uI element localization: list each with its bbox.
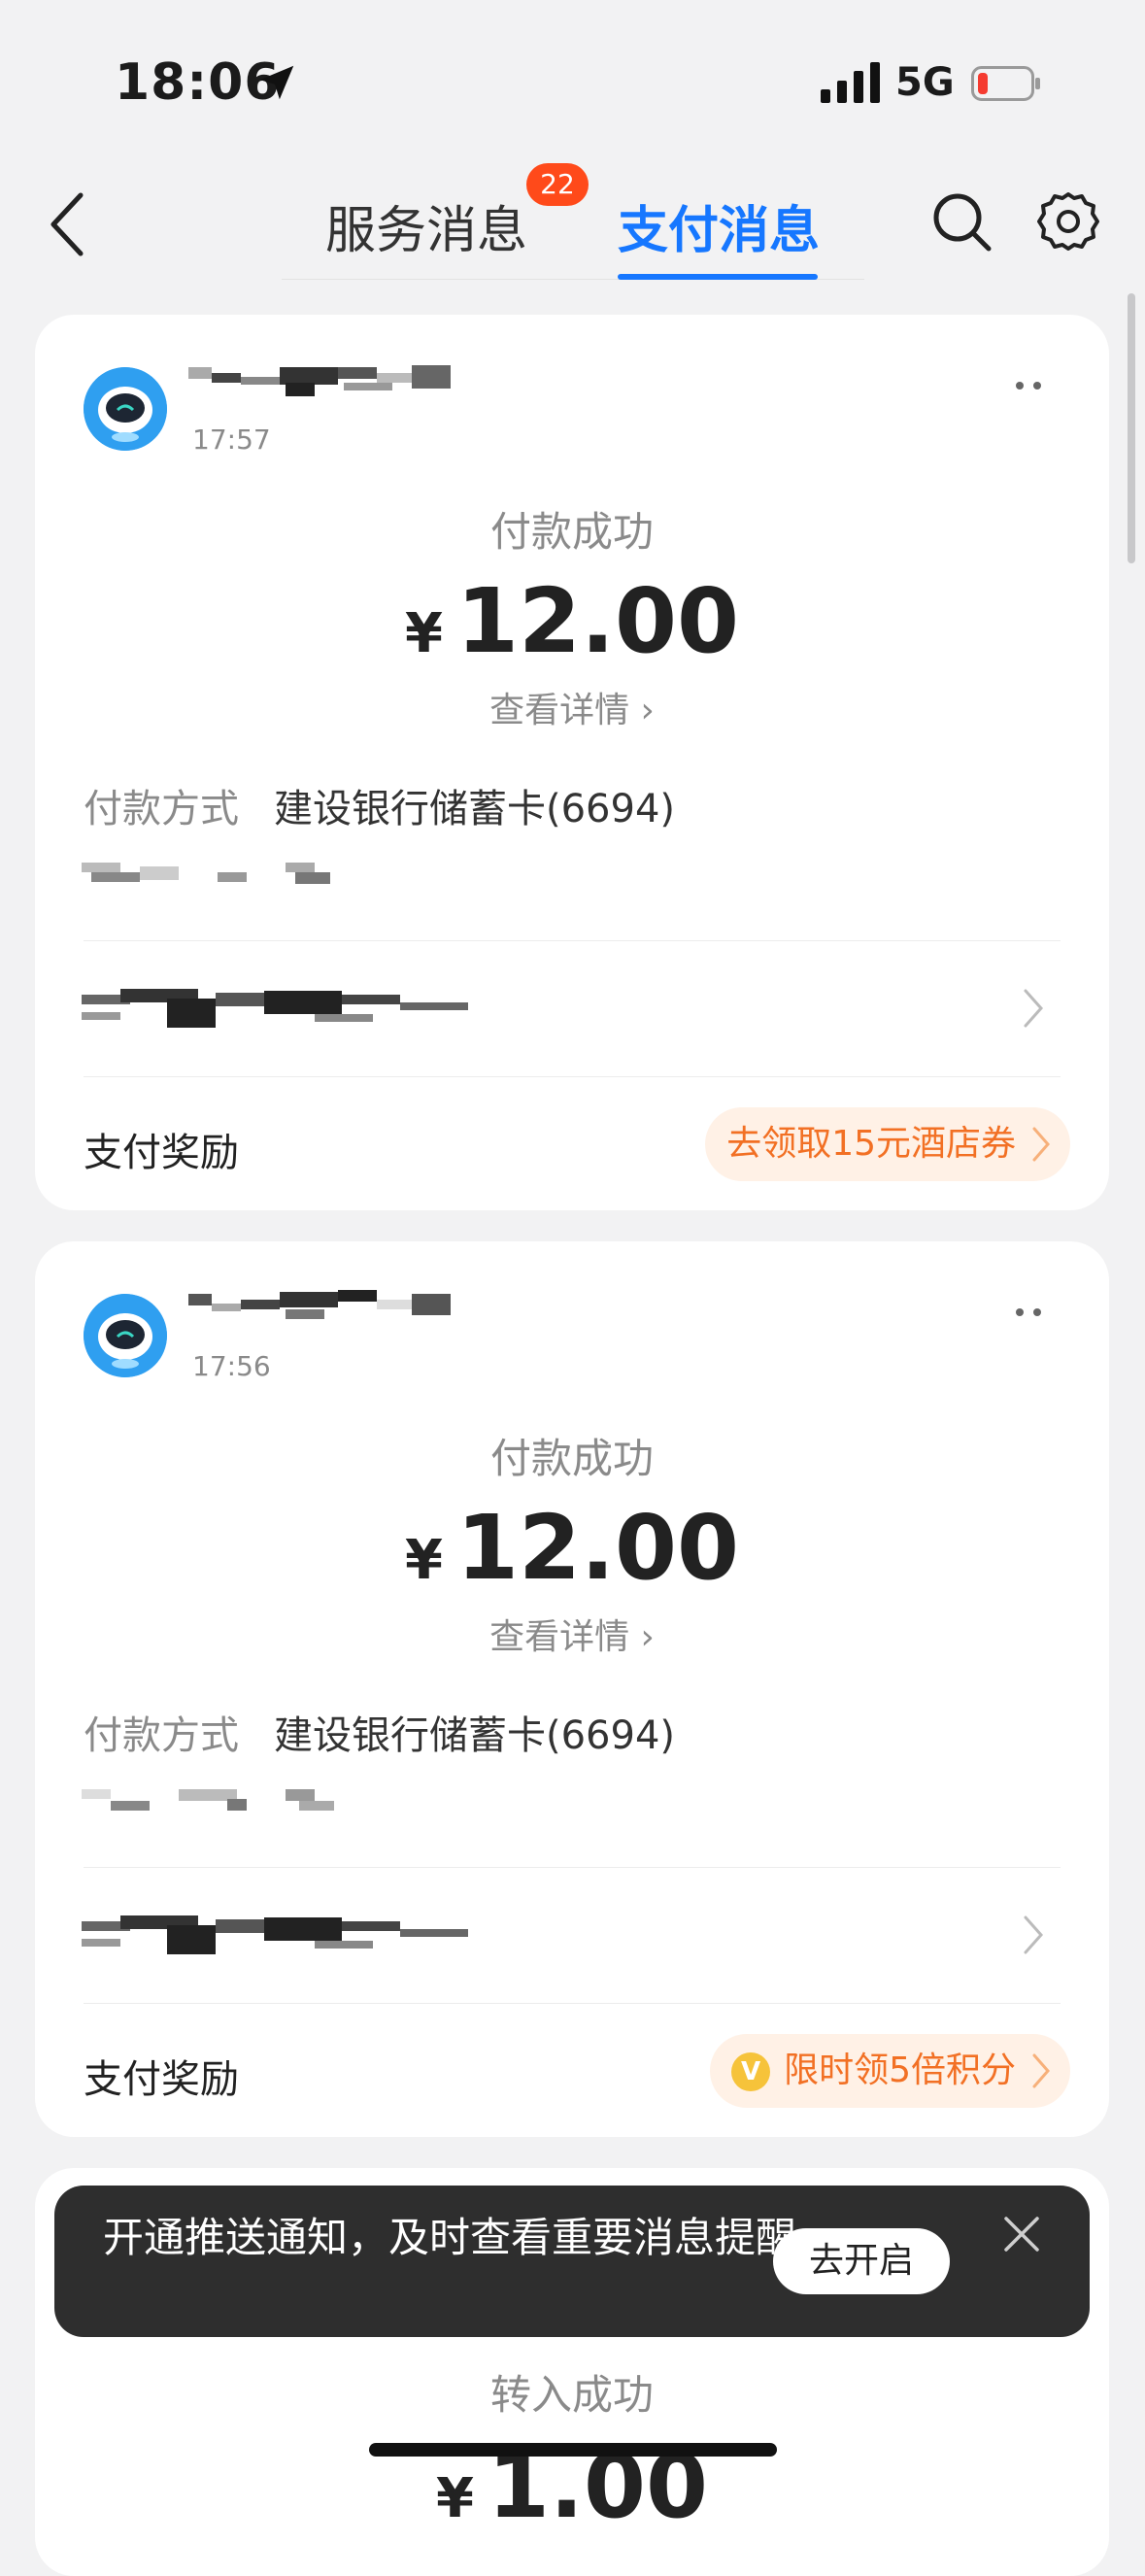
message-time: 17:56 bbox=[192, 1350, 271, 1382]
home-indicator[interactable] bbox=[369, 2443, 777, 2457]
payment-method-label: 付款方式 bbox=[84, 1713, 239, 1758]
payment-status: 付款成功 bbox=[489, 1435, 654, 1482]
scrollbar[interactable] bbox=[1128, 293, 1135, 563]
tab-service-messages[interactable]: 服务消息 bbox=[325, 189, 527, 262]
currency-symbol: ¥ bbox=[405, 602, 443, 665]
claim-points-button[interactable]: V 限时领5倍积分 bbox=[710, 2034, 1070, 2108]
divider bbox=[84, 2003, 1061, 2004]
more-options-icon[interactable] bbox=[1012, 1305, 1045, 1319]
push-notification-toast: 开通推送通知，及时查看重要消息提醒 去开启 bbox=[54, 2186, 1090, 2337]
payment-method-value: 建设银行储蓄卡(6694) bbox=[274, 787, 676, 831]
divider bbox=[84, 940, 1061, 941]
cellular-signal-icon bbox=[821, 62, 880, 103]
currency-symbol: ¥ bbox=[436, 2467, 474, 2530]
payment-message-card[interactable]: 17:57 付款成功 ¥12.00 查看详情 › 付款方式 建设银行储蓄卡(66… bbox=[35, 315, 1109, 1210]
redacted-link-row bbox=[82, 1915, 468, 1954]
redacted-info bbox=[82, 863, 330, 884]
search-icon[interactable] bbox=[930, 190, 993, 253]
chevron-right-icon[interactable] bbox=[1022, 987, 1045, 1030]
view-details-link[interactable]: 查看详情 › bbox=[35, 682, 1109, 732]
robot-avatar-icon bbox=[84, 1294, 167, 1377]
network-type: 5G bbox=[895, 60, 955, 105]
currency-symbol: ¥ bbox=[405, 1529, 443, 1592]
location-arrow-icon bbox=[259, 65, 294, 100]
view-details-link[interactable]: 查看详情 › bbox=[35, 1609, 1109, 1659]
active-tab-indicator bbox=[618, 274, 818, 280]
view-details-label: 查看详情 bbox=[489, 691, 630, 730]
amount-value: 12.00 bbox=[455, 569, 739, 673]
enable-notifications-button[interactable]: 去开启 bbox=[773, 2228, 950, 2294]
toast-message: 开通推送通知，及时查看重要消息提醒 bbox=[103, 2214, 797, 2261]
redacted-info bbox=[82, 1789, 334, 1811]
status-bar: 18:06 5G bbox=[0, 0, 1145, 146]
reward-button-label: 限时领5倍积分 bbox=[784, 2051, 1016, 2090]
tab-payment-messages[interactable]: 支付消息 bbox=[618, 189, 820, 262]
reward-button-label: 去领取15元酒店券 bbox=[726, 1124, 1016, 1164]
divider bbox=[84, 1076, 1061, 1077]
points-coin-icon: V bbox=[731, 2052, 771, 2091]
close-icon[interactable] bbox=[1000, 2213, 1043, 2255]
reward-label: 支付奖励 bbox=[84, 1131, 239, 1175]
payment-method-label: 付款方式 bbox=[84, 787, 239, 831]
merchant-avatar bbox=[84, 1294, 167, 1377]
unread-badge: 22 bbox=[526, 163, 589, 206]
claim-hotel-coupon-button[interactable]: 去领取15元酒店券 bbox=[705, 1107, 1070, 1181]
more-options-icon[interactable] bbox=[1012, 379, 1045, 392]
battery-icon bbox=[971, 66, 1040, 101]
robot-avatar-icon bbox=[84, 367, 167, 451]
chevron-right-icon bbox=[1032, 2053, 1050, 2088]
payment-status: 付款成功 bbox=[489, 508, 654, 556]
chevron-right-icon: › bbox=[640, 1617, 655, 1657]
reward-label: 支付奖励 bbox=[84, 2057, 239, 2102]
back-arrow-icon[interactable] bbox=[44, 189, 92, 259]
view-details-label: 查看详情 bbox=[489, 1617, 630, 1657]
payment-method-value: 建设银行储蓄卡(6694) bbox=[274, 1713, 676, 1758]
settings-gear-icon[interactable] bbox=[1037, 190, 1099, 253]
merchant-name-redacted bbox=[188, 1290, 451, 1319]
payment-message-card[interactable]: 17:56 付款成功 ¥12.00 查看详情 › 付款方式 建设银行储蓄卡(66… bbox=[35, 1241, 1109, 2137]
merchant-name-redacted bbox=[188, 365, 451, 396]
redacted-link-row bbox=[82, 989, 468, 1028]
nav-bar: 服务消息 22 支付消息 bbox=[0, 155, 1145, 291]
transfer-status: 转入成功 bbox=[489, 2371, 654, 2419]
payment-amount: ¥12.00 bbox=[35, 569, 1109, 673]
chevron-right-icon: › bbox=[640, 691, 655, 730]
message-time: 17:57 bbox=[192, 424, 271, 456]
divider bbox=[84, 1867, 1061, 1868]
chevron-right-icon bbox=[1032, 1127, 1050, 1162]
amount-value: 12.00 bbox=[455, 1496, 739, 1600]
payment-amount: ¥12.00 bbox=[35, 1496, 1109, 1600]
chevron-right-icon[interactable] bbox=[1022, 1914, 1045, 1956]
merchant-avatar bbox=[84, 367, 167, 451]
